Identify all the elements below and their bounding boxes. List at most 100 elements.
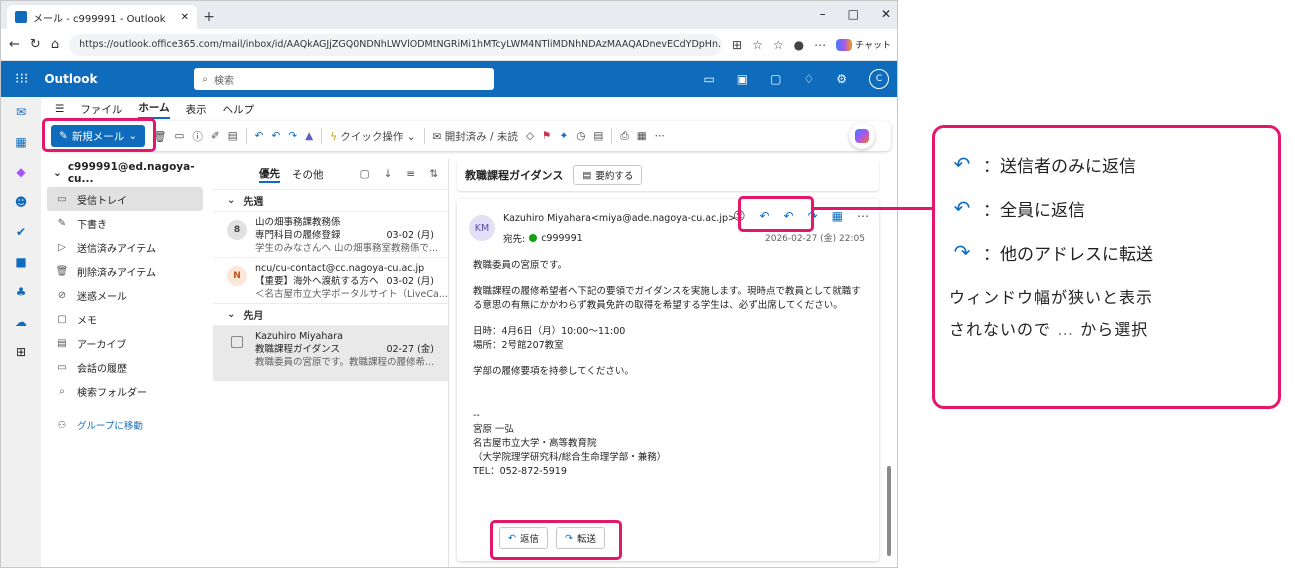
summarize-button[interactable]: ▤ 要約する: [573, 165, 643, 185]
folder-deleted[interactable]: 🗑 削除済みアイテム: [41, 259, 209, 283]
hamburger-icon[interactable]: ☰: [55, 103, 64, 115]
folder-drafts[interactable]: ✎ 下書き: [41, 211, 209, 235]
outlook-header: ⁝⁝⁝ Outlook ⌕ 検索 ▭ ▣ ▢ ♢ ⚙ C: [1, 61, 897, 97]
app-launcher-icon[interactable]: ⁝⁝⁝: [15, 71, 28, 87]
list-item[interactable]: 8 山の畑事務課教務係 専門科目の履修登録 03-02 (月) 学生のみなさんへ …: [213, 211, 448, 257]
note-icon: ▢: [57, 313, 67, 325]
close-window-icon[interactable]: ✕: [881, 7, 891, 21]
filter-icon[interactable]: ≡: [406, 168, 415, 180]
favorite-star-icon[interactable]: ☆: [752, 38, 763, 52]
word-icon[interactable]: ■: [1, 247, 41, 277]
avatar[interactable]: C: [869, 69, 889, 89]
rules-icon[interactable]: ▤: [593, 130, 603, 142]
apps-icon[interactable]: ⊞: [1, 337, 41, 367]
maximize-icon[interactable]: □: [848, 7, 859, 21]
note-line: ウィンドウ幅が狭いと表示: [949, 288, 1154, 307]
tag-icon[interactable]: ◇: [526, 130, 534, 142]
body-paragraph: 学部の履修要項を持参してください。: [473, 366, 634, 377]
view-icon[interactable]: ▦: [637, 130, 647, 142]
feedback-icon[interactable]: ▢: [770, 72, 781, 86]
chevron-down-icon: ⌄: [227, 195, 236, 206]
folder-notes[interactable]: ▢ メモ: [41, 307, 209, 331]
reply-all-toolbar-icon[interactable]: ↶: [271, 130, 280, 142]
tab-file[interactable]: ファイル: [80, 102, 122, 117]
jump-icon[interactable]: ↓: [384, 168, 393, 180]
gear-icon[interactable]: ⚙: [836, 72, 847, 86]
browser-tab[interactable]: メール - c999991 - Outlook ✕: [7, 5, 197, 29]
profile-icon[interactable]: ●: [794, 38, 804, 52]
search-box[interactable]: ⌕ 検索: [194, 68, 495, 90]
ribbon-more-icon[interactable]: ⋯: [655, 130, 666, 142]
read-unread-button[interactable]: ✉ 開封済み / 未読: [433, 129, 518, 144]
reply-toolbar-icon[interactable]: ↶: [255, 130, 264, 142]
archive-icon[interactable]: ▭: [174, 130, 184, 142]
flag-icon[interactable]: ⚑: [542, 130, 551, 142]
quick-steps-button[interactable]: ϟ クイック操作 ⌄: [330, 129, 415, 144]
mail-icon[interactable]: ✉: [1, 97, 41, 127]
section-header[interactable]: ⌄ 先月: [213, 303, 448, 325]
people-icon[interactable]: ☻: [1, 187, 41, 217]
tab-help[interactable]: ヘルプ: [223, 102, 255, 117]
folder-archive[interactable]: ▤ アーカイブ: [41, 331, 209, 355]
trash-icon: 🗑: [55, 265, 69, 277]
pin-icon[interactable]: ✦: [559, 130, 568, 142]
folder-label: 迷惑メール: [77, 291, 127, 303]
email-from[interactable]: Kazuhiro Miyahara<miya@ade.nagoya-cu.ac.…: [503, 213, 736, 224]
sweep-icon[interactable]: ✐: [211, 130, 220, 142]
folder-inbox[interactable]: ▭ 受信トレイ: [47, 187, 203, 211]
teams-share-icon[interactable]: ▲: [305, 130, 313, 142]
calendar-icon[interactable]: ▦: [1, 127, 41, 157]
split-screen-icon[interactable]: ⊞: [732, 38, 742, 52]
favorites-icon[interactable]: ☆: [773, 38, 784, 52]
more-dots-icon: …: [1057, 320, 1075, 339]
scrollbar[interactable]: [887, 466, 891, 556]
message-checkbox[interactable]: [231, 336, 243, 348]
list-item[interactable]: Kazuhiro Miyahara 教職課程ガイダンス 02-27 (金) 教職委…: [213, 325, 448, 381]
tab-view[interactable]: 表示: [186, 102, 207, 117]
refresh-icon[interactable]: ↻: [30, 37, 41, 52]
folder-junk[interactable]: ⊘ 迷惑メール: [41, 283, 209, 307]
new-tab-button[interactable]: +: [197, 5, 221, 29]
meet-now-icon[interactable]: ▭: [703, 72, 714, 86]
org-icon[interactable]: ♣: [1, 277, 41, 307]
tab-other[interactable]: その他: [292, 167, 324, 182]
copilot-button[interactable]: [849, 123, 875, 149]
to-value[interactable]: c999991: [541, 233, 583, 244]
print-icon[interactable]: ⎙: [620, 130, 628, 143]
office-icon[interactable]: ▣: [737, 72, 748, 86]
todo-icon[interactable]: ✔: [1, 217, 41, 247]
folder-label: 送信済みアイテム: [77, 243, 156, 255]
more-icon[interactable]: ⋯: [814, 38, 826, 52]
select-icon[interactable]: ▢: [360, 168, 370, 180]
report-icon[interactable]: ⓘ: [192, 129, 203, 144]
forward-toolbar-icon[interactable]: ↷: [288, 130, 297, 142]
copilot-chat-button[interactable]: チャット: [836, 38, 891, 51]
section-header[interactable]: ⌄ 先週: [213, 189, 448, 211]
close-tab-icon[interactable]: ✕: [181, 12, 189, 23]
home-icon[interactable]: ⌂: [51, 37, 59, 52]
list-item[interactable]: N ncu/cu-contact@cc.nagoya-cu.ac.jp 【重要】…: [213, 257, 448, 303]
account-header[interactable]: ⌄ c999991@ed.nagoya-cu...: [41, 159, 209, 187]
folder-sent[interactable]: ▷ 送信済みアイテム: [41, 235, 209, 259]
move-icon[interactable]: ▤: [228, 130, 238, 142]
folder-conversation-history[interactable]: ▭ 会話の履歴: [41, 355, 209, 379]
back-icon[interactable]: ←: [9, 37, 20, 52]
minimize-icon[interactable]: –: [820, 7, 826, 21]
onedrive-icon[interactable]: ☁: [1, 307, 41, 337]
folder-search[interactable]: ⌕ 検索フォルダー: [41, 379, 209, 403]
bell-icon[interactable]: ♢: [803, 72, 814, 86]
message-subject: 教職課程ガイダンス: [255, 344, 340, 355]
copilot-rail-icon[interactable]: ◆: [1, 157, 41, 187]
snooze-icon[interactable]: ◷: [576, 130, 585, 142]
tab-home[interactable]: ホーム: [138, 100, 170, 119]
sort-icon[interactable]: ⇅: [429, 168, 438, 180]
email-subject: 教職課程ガイダンス: [465, 169, 564, 182]
url-field[interactable]: https://outlook.office365.com/mail/inbox…: [69, 33, 722, 56]
more-actions-icon[interactable]: ⋯: [857, 209, 869, 223]
teams-icon[interactable]: ▦: [832, 209, 843, 223]
tab-focused[interactable]: 優先: [259, 166, 280, 183]
list-tools: ▢ ↓ ≡ ⇅: [360, 168, 438, 180]
go-to-groups-link[interactable]: ⚇ グループに移動: [41, 413, 209, 437]
email-date: 2026-02-27 (金) 22:05: [765, 234, 865, 244]
folder-label: アーカイブ: [77, 339, 127, 351]
